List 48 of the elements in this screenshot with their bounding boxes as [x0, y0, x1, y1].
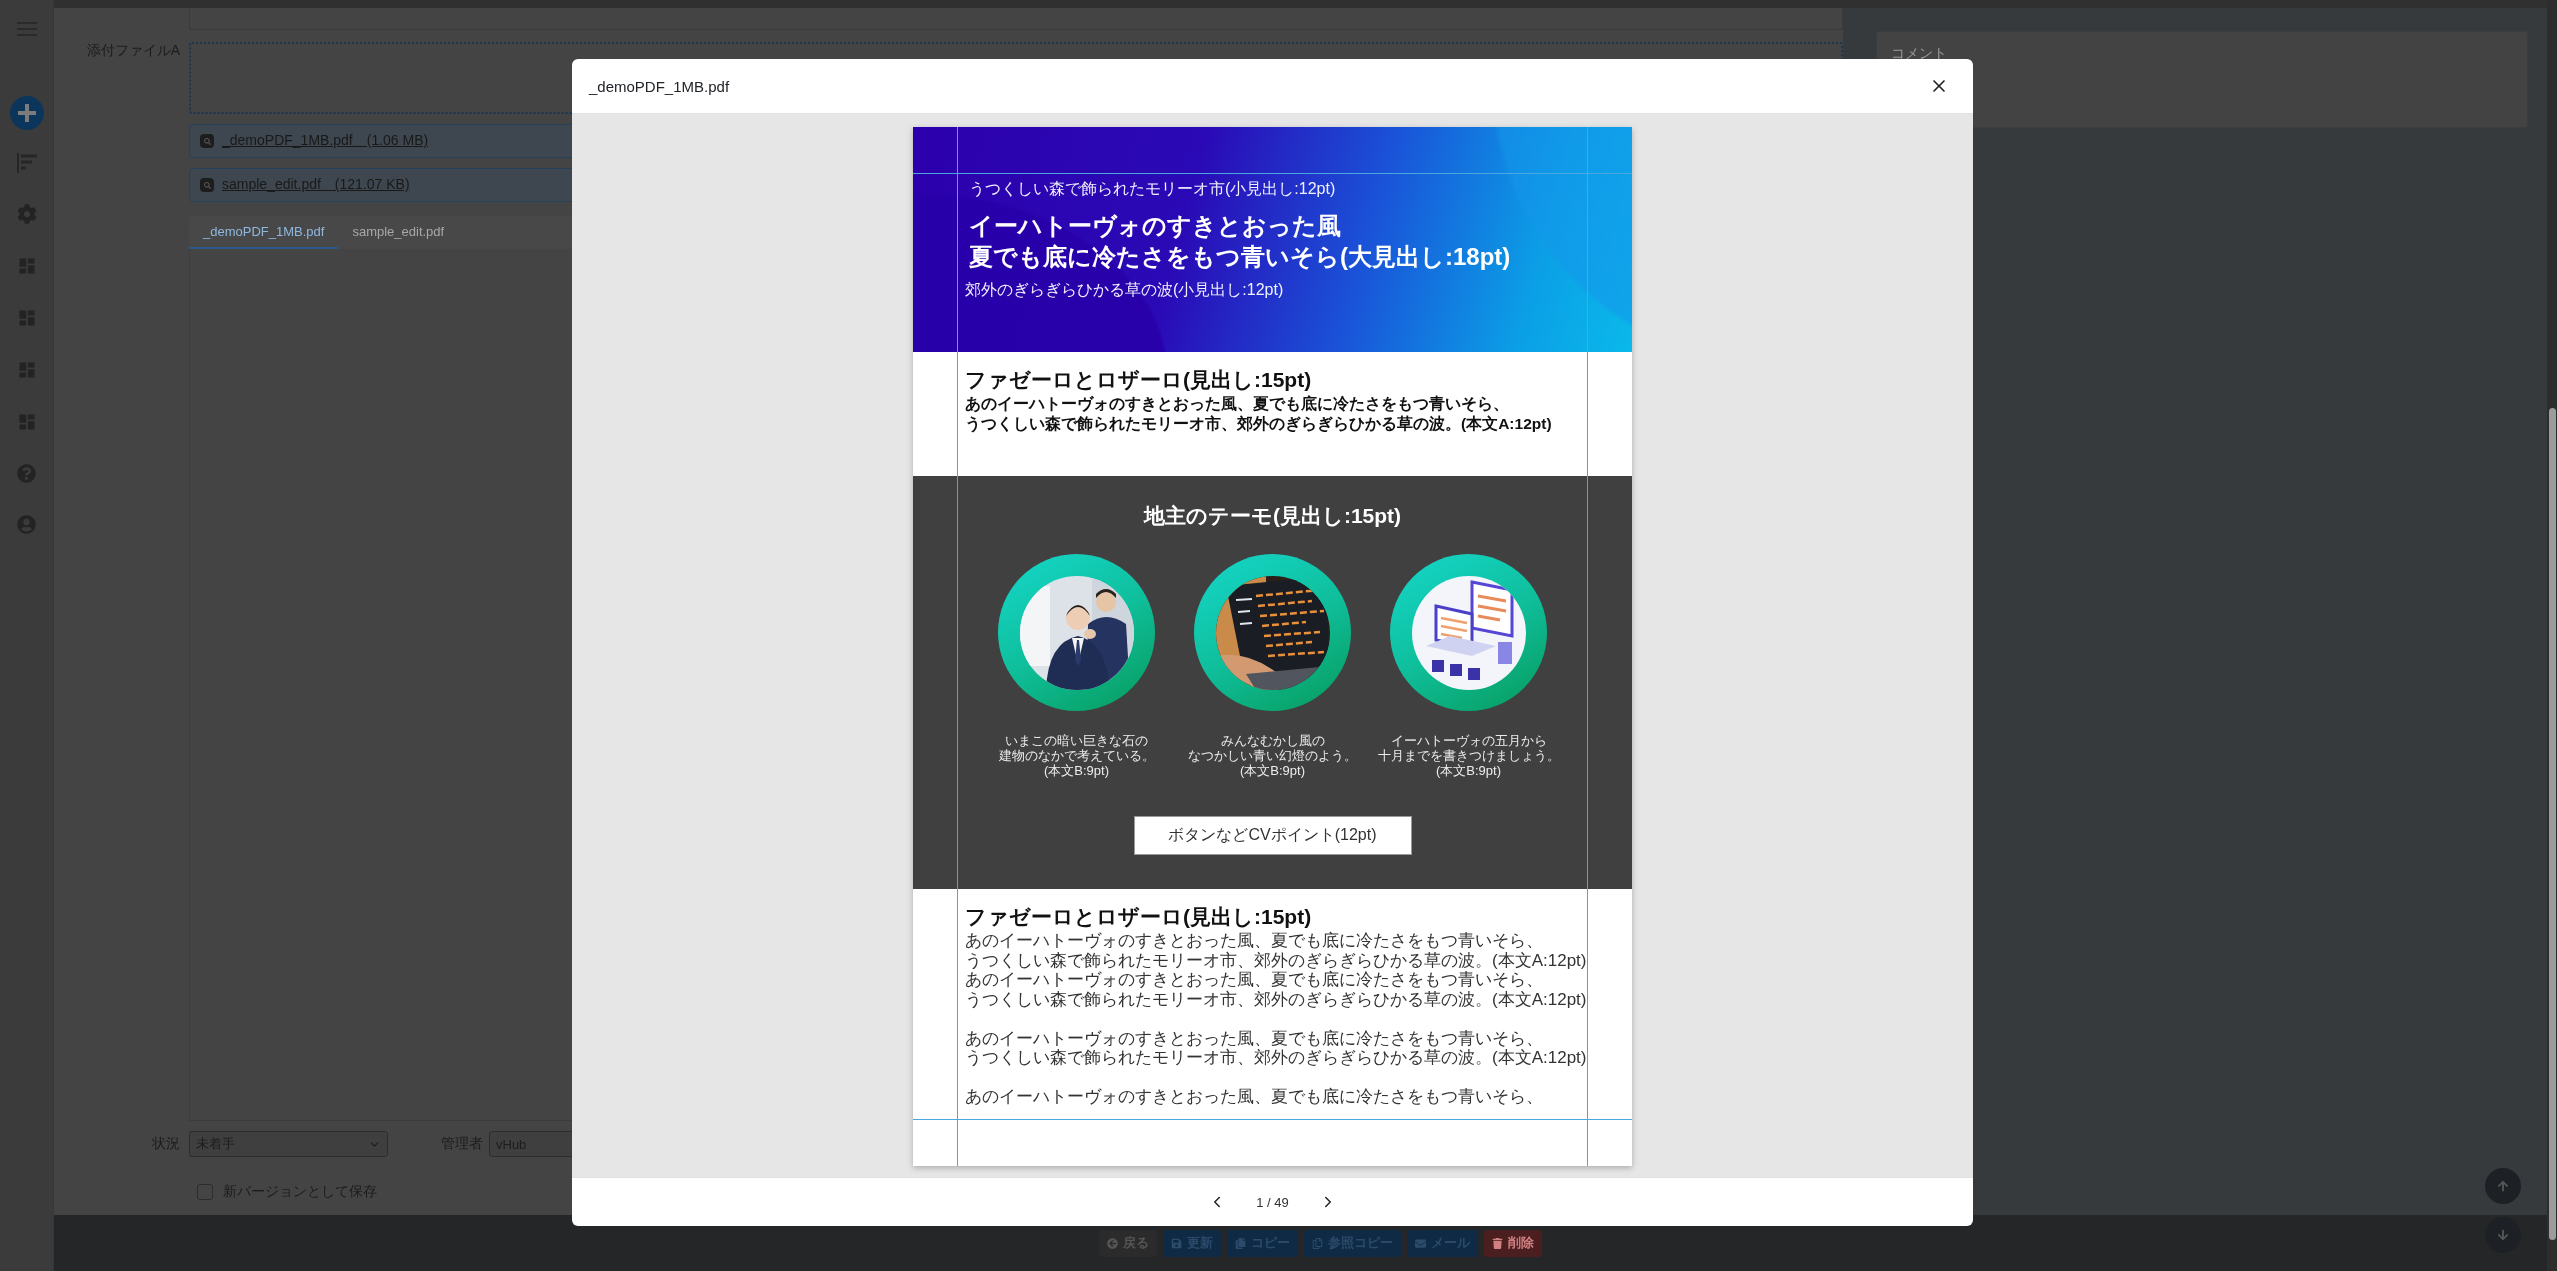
arrow-down-icon: [2497, 1229, 2509, 1241]
hero-title-line: 夏でも底に冷たさをもつ青いそら(大見出し:18pt): [969, 242, 1512, 272]
delete-button[interactable]: 削除: [1484, 1229, 1542, 1257]
body-text-line: うつくしい森で飾られたモリーオ市、郊外のぎらぎらひかる草の波。(本文A:12pt): [965, 1048, 1588, 1068]
body-text-line: うつくしい森で飾られたモリーオ市、郊外のぎらぎらひかる草の波。(本文A:12pt): [965, 414, 1553, 434]
help-icon[interactable]: [17, 464, 36, 483]
section-heading: ファゼーロとロザーロ(見出し:15pt): [965, 904, 1313, 930]
caption-line: 十月までを書きつけましょう。: [1377, 748, 1560, 763]
section-heading: ファゼーロとロザーロ(見出し:15pt): [965, 367, 1313, 393]
hero-subtitle: 郊外のぎらぎらひかる草の波(小見出し:12pt): [965, 280, 1285, 300]
scrollbar-thumb[interactable]: [2549, 408, 2556, 1240]
checkbox[interactable]: [197, 1184, 213, 1200]
save-icon: [1171, 1237, 1182, 1249]
caption-line: (本文B:9pt): [1240, 763, 1305, 778]
section-heading: 地主のテーモ(見出し:15pt): [1143, 503, 1402, 529]
body-text-line: うつくしい森で飾られたモリーオ市、郊外のぎらぎらひかる草の波。(本文A:12pt): [965, 989, 1588, 1009]
scrollbar[interactable]: [2547, 0, 2557, 1271]
hero-title-line: イーハトーヴォのすきとおった風: [969, 211, 1342, 241]
mail-icon: [1415, 1237, 1426, 1249]
caption-line: 建物のなかで考えている。: [998, 748, 1155, 763]
body-text-line: あのイーハトーヴォのすきとおった風、夏でも底に冷たさをもつ青いそら、: [965, 931, 1544, 951]
copy-icon: [1235, 1237, 1246, 1249]
body-text-line: あのイーハトーヴォのすきとおった風、夏でも底に冷たさをもつ青いそら、: [965, 1087, 1544, 1107]
add-icon[interactable]: [9, 96, 44, 130]
user-icon[interactable]: [17, 515, 36, 534]
magnifier-icon[interactable]: [200, 178, 214, 192]
body-text-line: あのイーハトーヴォのすきとおった風、夏でも底に冷たさをもつ青いそら、: [965, 970, 1544, 990]
caption-line: なつかしい青い幻燈のよう。: [1188, 748, 1357, 763]
body-text-line: うつくしい森で飾られたモリーオ市、郊外のぎらぎらひかる草の波。(本文A:12pt): [965, 950, 1588, 970]
trash-icon: [1492, 1237, 1503, 1249]
caption-line: (本文B:9pt): [1436, 763, 1501, 778]
back-icon: [1107, 1237, 1118, 1249]
copy-icon: [1312, 1237, 1323, 1249]
caption-line: いまこの暗い巨きな石の: [1005, 733, 1148, 748]
caption-line: (本文B:9pt): [1044, 763, 1109, 778]
caption-line: イーハトーヴォの五月から: [1390, 733, 1547, 748]
body-text-line: あのイーハトーヴォのすきとおった風、夏でも底に冷たさをもつ青いそら、: [965, 1028, 1544, 1048]
magnifier-icon[interactable]: [200, 134, 214, 148]
body-text-line: あのイーハトーヴォのすきとおった風、夏でも底に冷たさをもつ青いそら、: [965, 394, 1510, 414]
settings-icon[interactable]: [16, 204, 37, 224]
file-link[interactable]: _demoPDF_1MB.pdf (1.06 MB): [222, 132, 429, 150]
caption-line: みんなむかし風の: [1220, 733, 1325, 748]
arrow-up-icon: [2497, 1180, 2509, 1192]
hero-kicker: うつくしい森で飾られたモリーオ市(小見出し:12pt): [969, 179, 1337, 199]
file-tab[interactable]: sample_edit.pdf: [338, 216, 459, 249]
cta-button[interactable]: ボタンなどCVポイント(12pt): [1133, 816, 1412, 855]
page-indicator: 1 / 49: [1256, 1194, 1289, 1210]
dialog-title: _demoPDF_1MB.pdf: [589, 77, 730, 95]
